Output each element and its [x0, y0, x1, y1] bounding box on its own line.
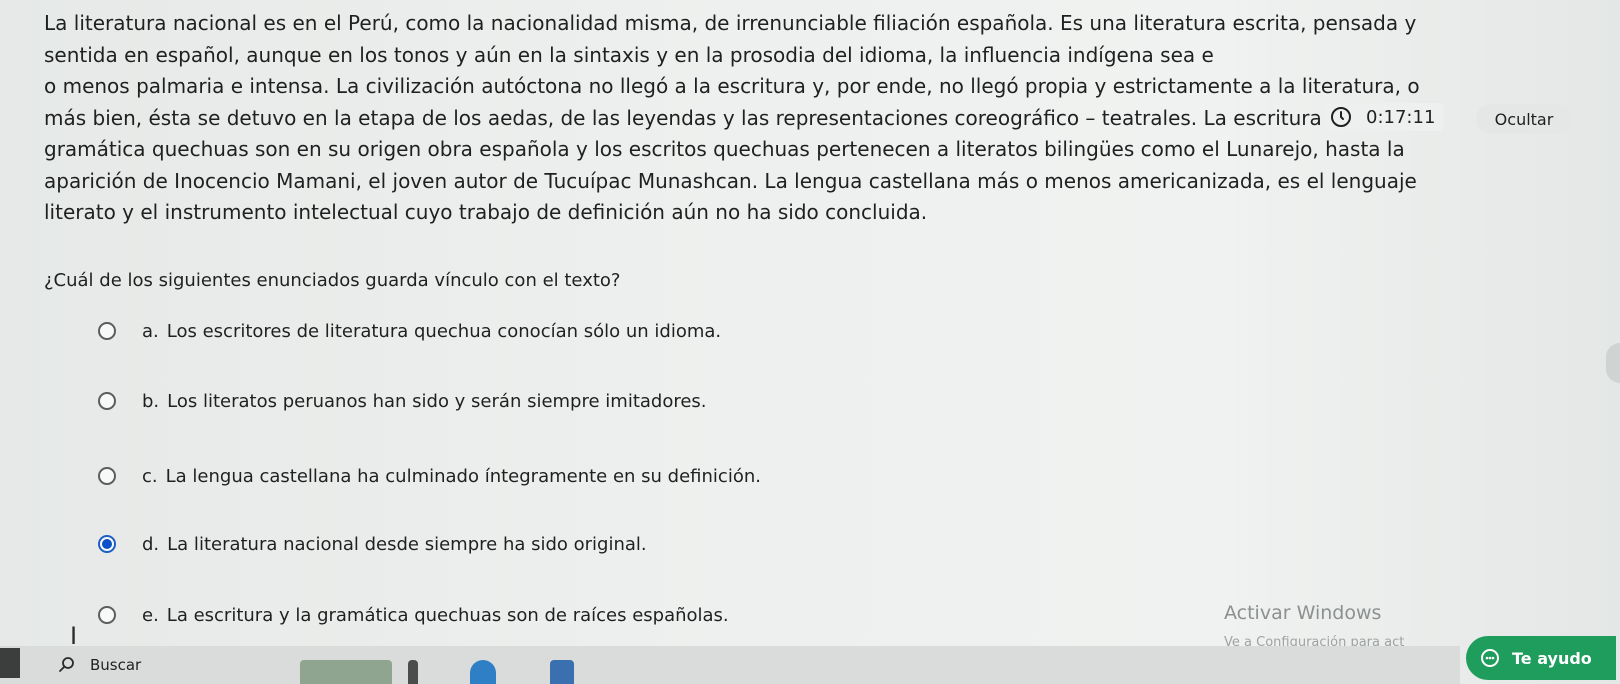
passage-line: La literatura nacional es en el Perú, co…: [44, 11, 1417, 35]
help-button-label: Te ayudo: [1512, 648, 1592, 668]
option-letter: d.: [142, 533, 160, 555]
passage-line: sentida en español, aunque en los tonos …: [44, 42, 1214, 67]
browser-icon[interactable]: [470, 660, 496, 684]
option-letter: c.: [142, 465, 158, 487]
hide-timer-button[interactable]: Ocultar: [1476, 104, 1572, 134]
option-letter: b.: [142, 390, 160, 412]
option-a[interactable]: a. Los escritores de literatura quechua …: [98, 316, 721, 346]
search-icon: [59, 657, 74, 672]
quiz-timer: 0:17:11: [1326, 103, 1444, 131]
option-letter: a.: [142, 320, 159, 342]
option-d[interactable]: d. La literatura nacional desde siempre …: [98, 529, 647, 559]
option-letter: e.: [142, 604, 159, 626]
radio-button[interactable]: [98, 322, 116, 340]
option-e[interactable]: e. La escritura y la gramática quechuas …: [98, 600, 729, 630]
help-chat-button[interactable]: Te ayudo: [1466, 636, 1616, 680]
activation-watermark-title: Activar Windows: [1224, 602, 1382, 624]
taskbar-app-thumbnail[interactable]: [300, 660, 392, 684]
option-label: Los literatos peruanos han sido y serán …: [167, 390, 707, 412]
question-text: ¿Cuál de los siguientes enunciados guard…: [44, 270, 621, 291]
option-c[interactable]: c. La lengua castellana ha culminado ínt…: [98, 461, 761, 491]
app-icon[interactable]: [550, 660, 574, 684]
radio-button[interactable]: [98, 606, 116, 624]
passage-line: aparición de Inocencio Mamani, el joven …: [44, 168, 1417, 193]
radio-button-selected[interactable]: [98, 535, 116, 553]
search-label: Buscar: [90, 656, 142, 674]
clock-icon: [1331, 107, 1351, 127]
option-b[interactable]: b. Los literatos peruanos han sido y ser…: [98, 386, 707, 416]
timer-value: 0:17:11: [1366, 106, 1436, 128]
radio-button[interactable]: [98, 467, 116, 485]
task-view-icon[interactable]: [408, 660, 418, 684]
option-label: La escritura y la gramática quechuas son…: [166, 604, 729, 626]
chat-icon: [1480, 648, 1500, 668]
option-label: La literatura nacional desde siempre ha …: [167, 533, 647, 555]
passage-line: gramática quechuas son en su origen obra…: [44, 137, 1405, 161]
option-label: La lengua castellana ha culminado íntegr…: [165, 465, 761, 487]
taskbar-search[interactable]: Buscar: [34, 646, 324, 684]
side-panel-tab[interactable]: [1606, 343, 1620, 383]
text-cursor-icon: I: [70, 622, 78, 650]
start-button[interactable]: [0, 648, 20, 678]
quiz-page: La literatura nacional es en el Perú, co…: [0, 0, 1620, 684]
passage-line: literato y el instrumento intelectual cu…: [44, 200, 928, 224]
passage-line: o menos palmaria e intensa. La civilizac…: [44, 74, 1420, 98]
option-label: Los escritores de literatura quechua con…: [166, 320, 722, 342]
radio-button[interactable]: [98, 392, 116, 410]
